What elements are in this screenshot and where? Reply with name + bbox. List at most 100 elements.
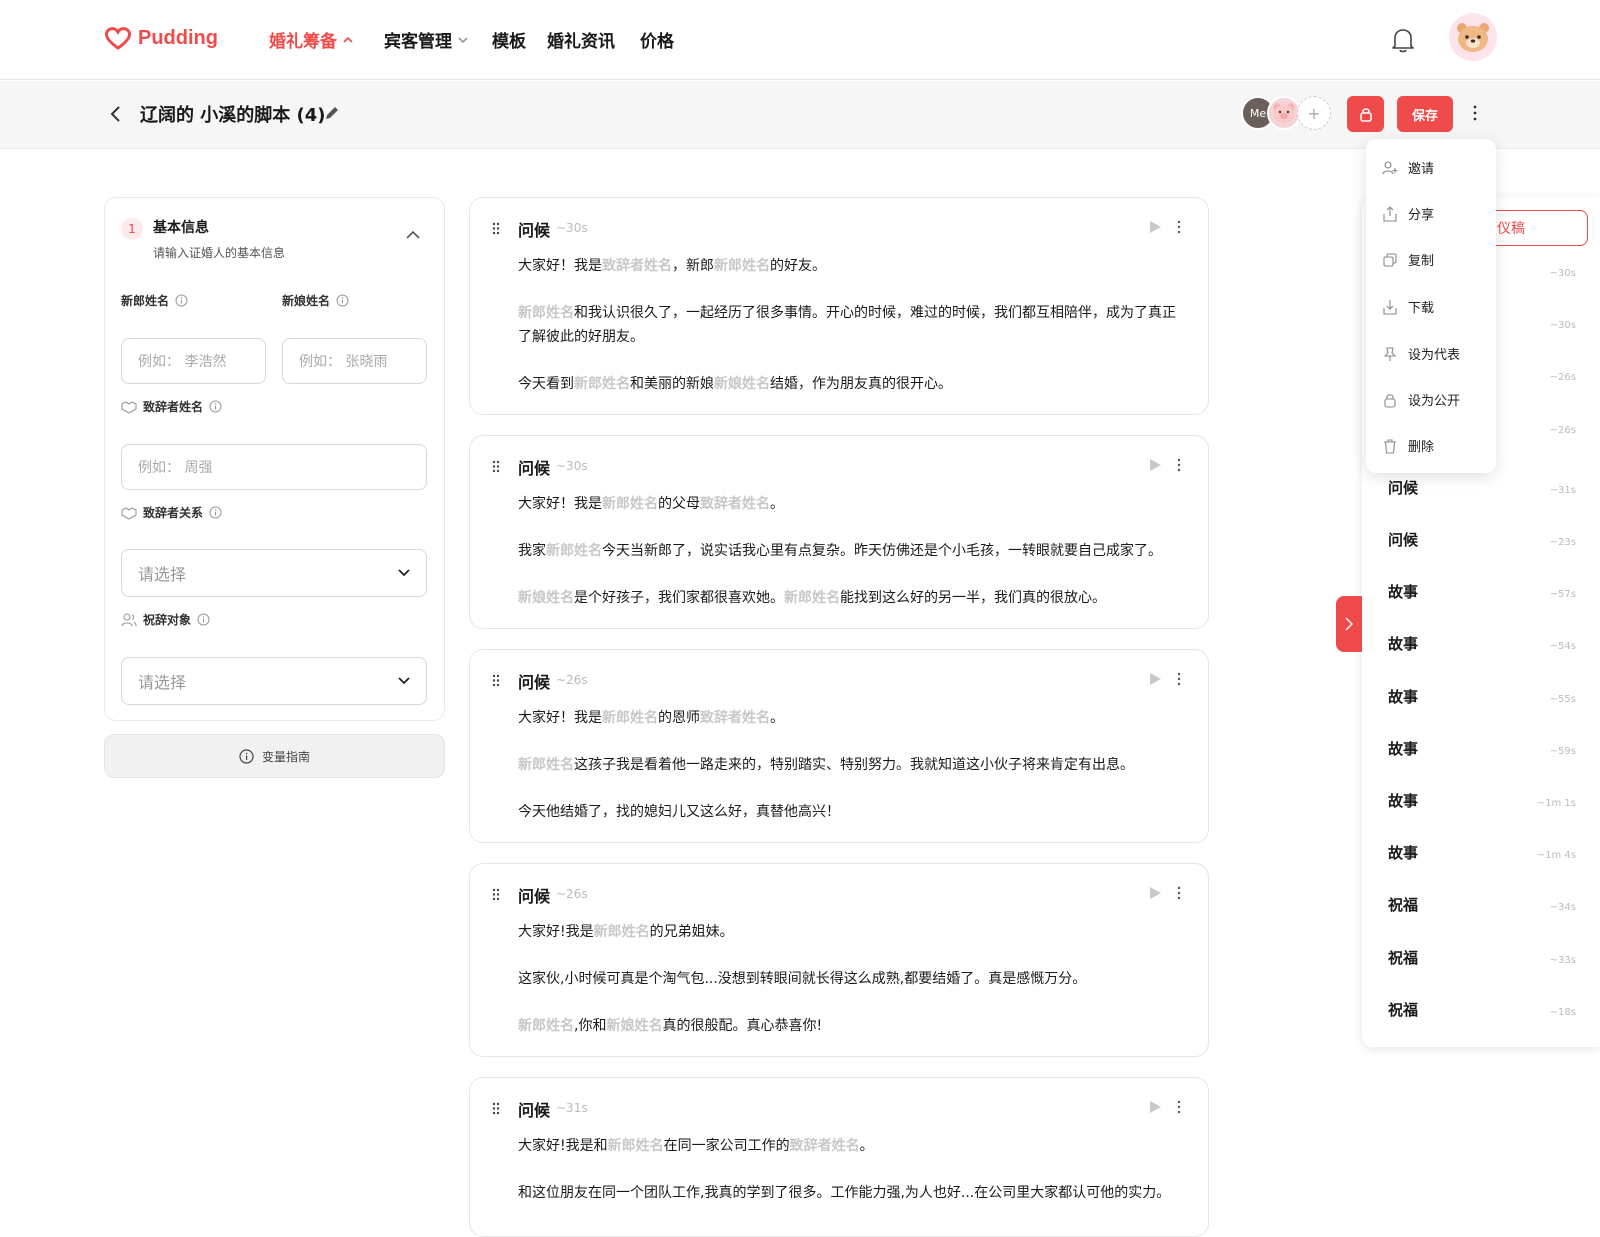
play-button[interactable] <box>1148 220 1162 234</box>
info-icon[interactable] <box>197 613 210 626</box>
card-paragraph[interactable]: 我家新郎姓名今天当新郎了，说实话我心里有点复杂。昨天仿佛还是个小毛孩，一转眼就要… <box>518 539 1186 563</box>
card-paragraph[interactable]: 新郎姓名这孩子我是看着他一路走来的，特别踏实、特别努力。我就知道这小伙子将来肯定… <box>518 753 1186 777</box>
script-card[interactable]: 问候 ~26s 大家好！我是新郎姓名的恩师致辞者姓名。 新郎姓名这孩子我是看着他一路走… <box>469 649 1209 843</box>
speaker-relation-select[interactable]: 请选择 <box>121 549 427 597</box>
menu-item-share[interactable]: 分享 <box>1382 204 1434 223</box>
user-avatar[interactable] <box>1449 13 1497 61</box>
script-text: 的好友。 <box>770 258 826 274</box>
outline-item[interactable]: 问候 ~23s <box>1388 529 1576 550</box>
play-button[interactable] <box>1148 672 1162 686</box>
options-menu: 邀请 分享 复制 下载 设为代表 设为公开 删除 <box>1366 139 1496 473</box>
card-paragraph[interactable]: 新郎姓名,你和新娘姓名真的很般配。真心恭喜你! <box>518 1014 1186 1038</box>
card-paragraph[interactable]: 大家好!我是和新郎姓名在同一家公司工作的致辞者姓名。 <box>518 1134 1186 1158</box>
info-icon[interactable] <box>336 294 349 307</box>
nav-guest-management[interactable]: 宾客管理 <box>384 27 469 52</box>
menu-item-copy[interactable]: 复制 <box>1382 250 1434 269</box>
menu-label: 删除 <box>1408 440 1435 455</box>
script-card[interactable]: 问候 ~30s 大家好！我是新郎姓名的父母致辞者姓名。 我家新郎姓名今天当新郎了，说实… <box>469 435 1209 629</box>
card-more-button[interactable] <box>1176 220 1182 234</box>
menu-item-set-public[interactable]: 设为公开 <box>1382 390 1460 409</box>
card-paragraph[interactable]: 大家好！我是新郎姓名的恩师致辞者姓名。 <box>518 706 1186 730</box>
card-paragraph[interactable]: 今天他结婚了，找的媳妇儿又这么好，真替他高兴！ <box>518 800 1186 824</box>
outline-item-duration: ~33s <box>1549 954 1576 966</box>
heart-logo-icon <box>104 27 132 50</box>
outline-item[interactable]: 故事 ~59s <box>1388 738 1576 759</box>
bride-name-input[interactable]: 例如： 张晓雨 <box>282 338 427 384</box>
card-paragraph[interactable]: 大家好！我是致辞者姓名，新郎新郎姓名的好友。 <box>518 254 1186 278</box>
drag-handle[interactable] <box>492 888 500 901</box>
script-card[interactable]: 问候 ~30s 大家好！我是致辞者姓名，新郎新郎姓名的好友。 新郎姓名和我认识很久了，… <box>469 197 1209 415</box>
card-paragraph[interactable]: 大家好！我是新郎姓名的父母致辞者姓名。 <box>518 492 1186 516</box>
card-more-button[interactable] <box>1176 886 1182 900</box>
back-button[interactable] <box>108 105 124 123</box>
more-options-button[interactable] <box>1472 105 1478 121</box>
card-more-button[interactable] <box>1176 1100 1182 1114</box>
card-paragraph[interactable]: 新娘姓名是个好孩子，我们家都很喜欢她。新郎姓名能找到这么好的另一半，我们真的很放… <box>518 586 1186 610</box>
notification-button[interactable] <box>1390 26 1416 54</box>
outline-item[interactable]: 祝福 ~18s <box>1388 999 1576 1020</box>
play-button[interactable] <box>1148 1100 1162 1114</box>
drag-handle[interactable] <box>492 1102 500 1115</box>
outline-item[interactable]: 故事 ~1m 4s <box>1388 842 1576 863</box>
brand-logo[interactable]: Pudding <box>104 26 218 50</box>
menu-item-invite[interactable]: 邀请 <box>1382 158 1434 177</box>
outline-item[interactable]: 故事 ~1m 1s <box>1388 790 1576 811</box>
outline-item-name: 故事 <box>1388 739 1419 758</box>
nav-wedding-prep[interactable]: 婚礼筹备 <box>269 27 354 52</box>
info-icon[interactable] <box>175 294 188 307</box>
card-paragraph[interactable]: 今天看到新郎姓名和美丽的新娘新娘姓名结婚，作为朋友真的很开心。 <box>518 372 1186 396</box>
script-card[interactable]: 问候 ~31s 大家好!我是和新郎姓名在同一家公司工作的致辞者姓名。 和这位朋友在同一… <box>469 1077 1209 1237</box>
menu-item-delete[interactable]: 删除 <box>1382 436 1434 455</box>
menu-item-set-representative[interactable]: 设为代表 <box>1382 344 1460 363</box>
nav-pricing[interactable]: 价格 <box>640 27 674 52</box>
panel-toggle-button[interactable] <box>1336 596 1362 652</box>
info-icon[interactable] <box>209 400 222 413</box>
drag-handle[interactable] <box>492 674 500 687</box>
save-button[interactable]: 保存 <box>1397 96 1453 132</box>
card-paragraph[interactable]: 这家伙,小时候可真是个淘气包...没想到转眼间就长得这么成熟,都要结婚了。真是感… <box>518 967 1186 991</box>
variable-token: 致辞者姓名 <box>700 496 770 512</box>
toast-target-select[interactable]: 请选择 <box>121 657 427 705</box>
collapse-button[interactable] <box>405 230 421 240</box>
card-more-button[interactable] <box>1176 458 1182 472</box>
play-button[interactable] <box>1148 886 1162 900</box>
nav-label: 价格 <box>640 32 674 52</box>
card-paragraph[interactable]: 大家好!我是新郎姓名的兄弟姐妹。 <box>518 920 1186 944</box>
menu-item-download[interactable]: 下载 <box>1382 297 1434 316</box>
speaker-name-input[interactable]: 例如： 周强 <box>121 444 427 490</box>
card-more-button[interactable] <box>1176 672 1182 686</box>
outline-item[interactable]: 故事 ~57s <box>1388 581 1576 602</box>
variable-guide-button[interactable]: 变量指南 <box>104 734 445 778</box>
card-paragraph[interactable]: 和这位朋友在同一个团队工作,我真的学到了很多。工作能力强,为人也好...在公司里… <box>518 1181 1186 1205</box>
more-vertical-icon <box>1177 886 1181 900</box>
outline-item[interactable]: 故事 ~55s <box>1388 686 1576 707</box>
card-paragraph[interactable]: 新郎姓名和我认识很久了，一起经历了很多事情。开心的时候，难过的时候，我们都互相陪… <box>518 301 1186 349</box>
label-text: 致辞者姓名 <box>143 400 204 414</box>
script-text: 大家好！我是 <box>518 710 602 726</box>
card-title: 问候 <box>518 459 551 478</box>
outline-item[interactable]: 故事 ~54s <box>1388 633 1576 654</box>
lock-button[interactable] <box>1347 96 1384 132</box>
edit-title-button[interactable] <box>324 105 340 121</box>
script-card[interactable]: 问候 ~26s 大家好!我是新郎姓名的兄弟姐妹。 这家伙,小时候可真是个淘气包...没… <box>469 863 1209 1057</box>
nav-templates[interactable]: 模板 <box>492 27 526 52</box>
outline-item[interactable]: 祝福 ~34s <box>1388 894 1576 915</box>
script-text: 我家 <box>518 543 546 559</box>
pig-avatar-icon <box>1273 103 1295 123</box>
groom-name-input[interactable]: 例如： 李浩然 <box>121 338 266 384</box>
drag-handle[interactable] <box>492 460 500 473</box>
speaker-relation-label: 致辞者关系 <box>121 504 222 521</box>
play-button[interactable] <box>1148 458 1162 472</box>
outline-item[interactable]: 问候 ~31s <box>1388 477 1576 498</box>
play-icon <box>1150 221 1161 233</box>
nav-wedding-news[interactable]: 婚礼资讯 <box>547 27 615 52</box>
card-title: 问候 <box>518 221 551 240</box>
outline-item[interactable]: 祝福 ~33s <box>1388 947 1576 968</box>
drag-handle[interactable] <box>492 222 500 235</box>
select-value: 请选择 <box>138 565 187 584</box>
variable-token: 新郎姓名 <box>784 590 840 606</box>
outline-item-name: 问候 <box>1388 531 1419 549</box>
collaborator-avatar[interactable] <box>1267 96 1301 130</box>
info-icon[interactable] <box>209 506 222 519</box>
add-collaborator-button[interactable]: + <box>1297 96 1331 130</box>
